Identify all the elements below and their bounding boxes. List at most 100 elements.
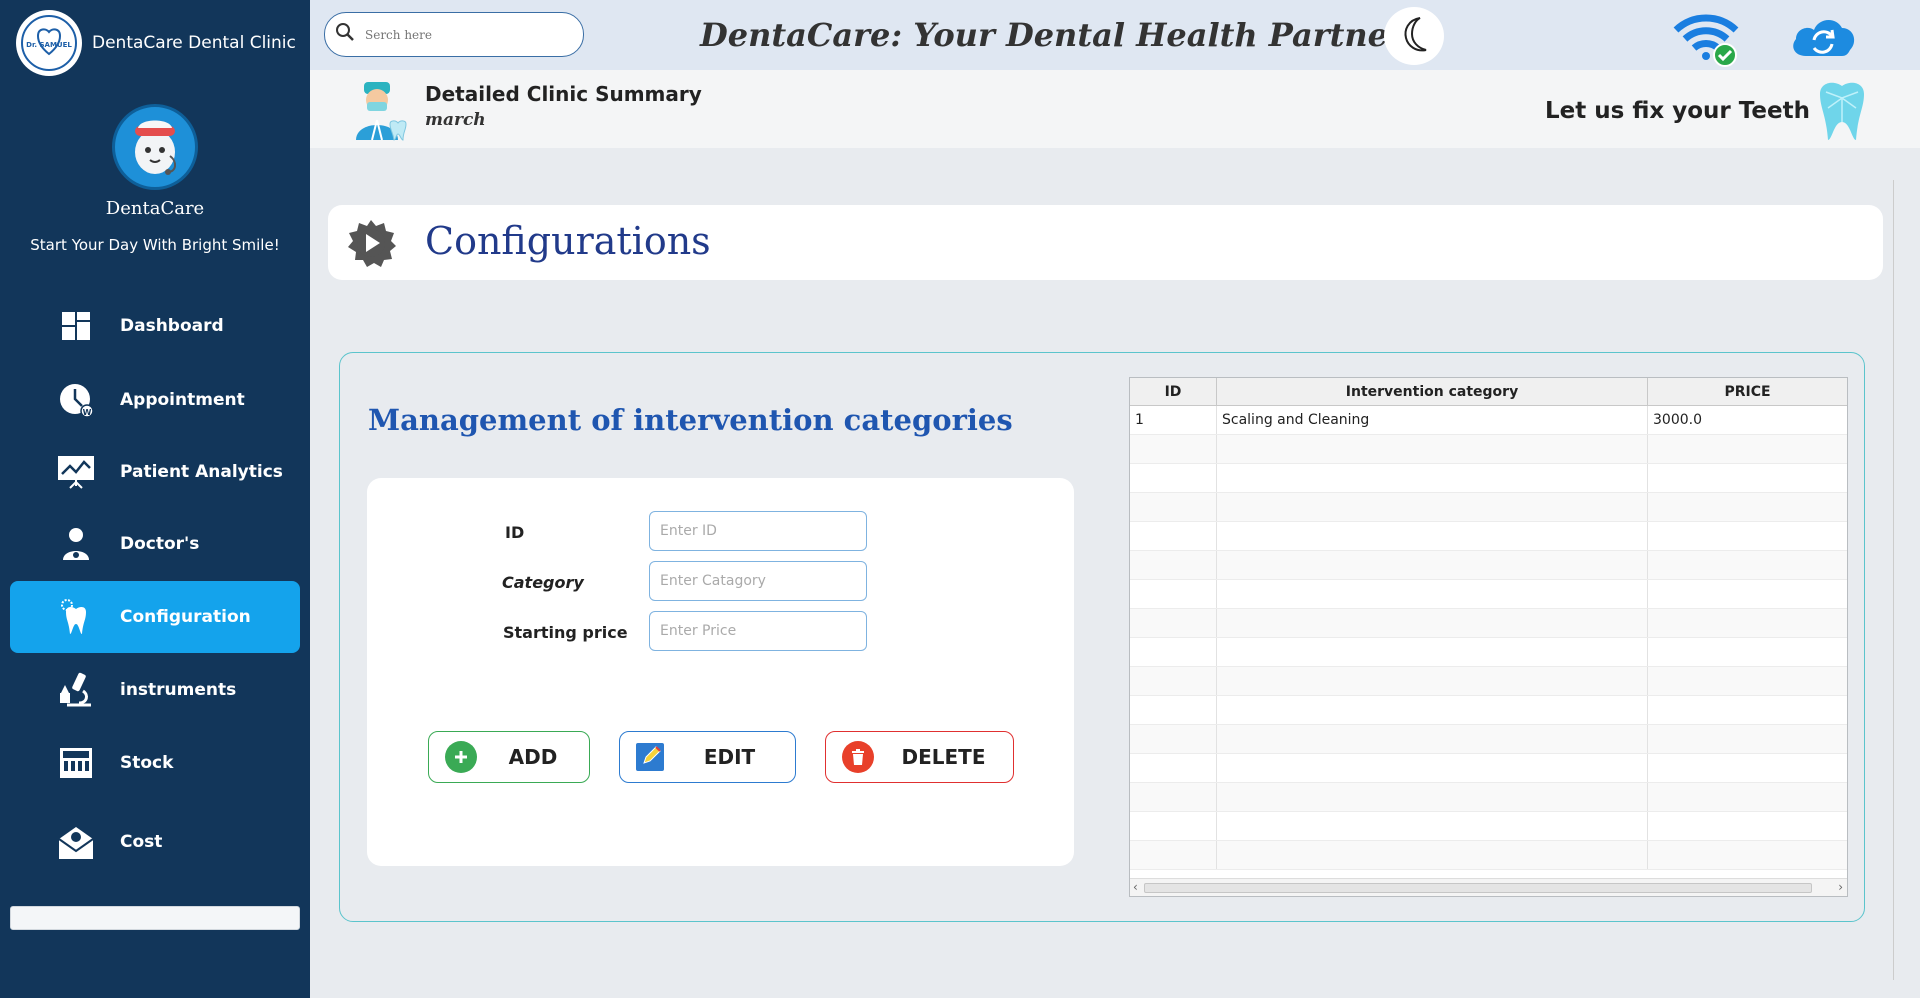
store-icon (54, 741, 98, 785)
tooth-gear-icon (54, 595, 98, 639)
clinic-logo: Dr. SAMUEL (16, 10, 82, 76)
table-cell (1648, 812, 1847, 840)
management-panel: Management of intervention categories ID… (339, 352, 1865, 922)
table-cell (1130, 841, 1217, 869)
sidebar: Dr. SAMUEL DentaCare Dental Clinic Denta… (0, 0, 310, 998)
column-id[interactable]: ID (1130, 378, 1217, 405)
table-row[interactable] (1130, 580, 1847, 609)
category-field[interactable] (649, 561, 867, 601)
delete-button[interactable]: DELETE (825, 731, 1014, 783)
table-row[interactable] (1130, 754, 1847, 783)
table-cell (1648, 609, 1847, 637)
table-row[interactable] (1130, 609, 1847, 638)
cloud-sync-icon[interactable] (1788, 12, 1858, 65)
top-header: DentaCare: Your Dental Health Partner (310, 0, 1920, 70)
scroll-left-icon[interactable]: ‹ (1133, 880, 1138, 894)
table-cell (1130, 435, 1217, 463)
table-cell (1217, 725, 1648, 753)
column-intervention-category[interactable]: Intervention category (1217, 378, 1648, 405)
sidebar-item-appointment[interactable]: W Appointment (10, 364, 300, 436)
table-row[interactable] (1130, 696, 1847, 725)
id-field[interactable] (649, 511, 867, 551)
app-title: DentaCare: Your Dental Health Partner (700, 16, 1405, 54)
motto: Let us fix your Teeth (1545, 98, 1810, 124)
table-row[interactable] (1130, 725, 1847, 754)
sidebar-item-dashboard[interactable]: Dashboard (10, 290, 300, 362)
category-label: Category (502, 573, 584, 592)
wifi-connected-icon (1673, 12, 1739, 73)
table-cell (1648, 522, 1847, 550)
categories-table[interactable]: ID Intervention category PRICE 1 Scaling … (1129, 377, 1848, 897)
dark-mode-toggle[interactable] (1384, 7, 1444, 65)
tooth-icon (1814, 78, 1870, 147)
table-row[interactable] (1130, 464, 1847, 493)
price-field[interactable] (649, 611, 867, 651)
scrollbar-thumb[interactable] (1144, 883, 1812, 893)
search-box[interactable] (324, 12, 584, 57)
summary-month: march (425, 110, 486, 130)
table-row[interactable] (1130, 783, 1847, 812)
scroll-right-icon[interactable]: › (1838, 880, 1843, 894)
avatar (112, 104, 198, 190)
column-price[interactable]: PRICE (1648, 378, 1847, 405)
table-cell (1217, 754, 1648, 782)
moon-icon (1396, 14, 1432, 59)
table-cell (1217, 551, 1648, 579)
table-cell (1648, 696, 1847, 724)
id-label: ID (505, 523, 525, 542)
sidebar-item-configuration[interactable]: Configuration (10, 581, 300, 653)
table-row[interactable] (1130, 841, 1847, 870)
table-cell (1217, 435, 1648, 463)
edit-icon (636, 743, 664, 771)
table-cell (1648, 464, 1847, 492)
table-cell (1648, 435, 1847, 463)
summary-bar: Detailed Clinic Summary march Let us fix… (310, 70, 1920, 148)
delete-button-label: DELETE (901, 745, 986, 769)
sidebar-item-label: Appointment (120, 390, 245, 410)
sidebar-item-label: instruments (120, 680, 237, 700)
table-cell (1130, 754, 1217, 782)
svg-text:Dr. SAMUEL: Dr. SAMUEL (26, 41, 72, 49)
table-row[interactable] (1130, 667, 1847, 696)
brand: Dr. SAMUEL DentaCare Dental Clinic (16, 10, 296, 76)
table-row[interactable] (1130, 435, 1847, 464)
sidebar-item-patient-analytics[interactable]: Patient Analytics (10, 436, 300, 508)
sidebar-item-instruments[interactable]: instruments (10, 654, 300, 726)
table-cell (1130, 638, 1217, 666)
category-form: ID Category Starting price ADD EDIT DELE… (367, 478, 1074, 866)
dashboard-icon (54, 304, 98, 348)
table-row[interactable]: 1 Scaling and Cleaning 3000.0 (1130, 406, 1847, 435)
panel-title: Management of intervention categories (368, 403, 1013, 437)
table-row[interactable] (1130, 493, 1847, 522)
table-cell: 1 (1130, 406, 1217, 434)
table-cell (1217, 522, 1648, 550)
sidebar-item-cost[interactable]: Cost (10, 806, 300, 878)
clock-icon: W (54, 378, 98, 422)
table-cell (1648, 667, 1847, 695)
chart-board-icon (54, 450, 98, 494)
clinic-name: DentaCare Dental Clinic (92, 33, 296, 53)
edit-button[interactable]: EDIT (619, 731, 796, 783)
table-cell (1130, 667, 1217, 695)
add-button[interactable]: ADD (428, 731, 590, 783)
sidebar-item-doctors[interactable]: Doctor's (10, 508, 300, 580)
horizontal-scrollbar[interactable]: ‹ › (1130, 878, 1847, 896)
svg-text:W: W (83, 408, 92, 417)
sidebar-item-label: Dashboard (120, 316, 224, 336)
table-row[interactable] (1130, 638, 1847, 667)
profile-name: DentaCare (105, 198, 205, 219)
table-cell (1217, 841, 1648, 869)
table-cell (1130, 580, 1217, 608)
sidebar-item-label: Configuration (120, 607, 251, 627)
table-cell (1648, 638, 1847, 666)
search-input[interactable] (365, 27, 565, 42)
table-cell (1217, 638, 1648, 666)
sidebar-item-stock[interactable]: Stock (10, 727, 300, 799)
table-cell (1217, 493, 1648, 521)
table-row[interactable] (1130, 522, 1847, 551)
table-row[interactable] (1130, 551, 1847, 580)
table-row[interactable] (1130, 812, 1847, 841)
table-cell (1217, 783, 1648, 811)
table-cell (1217, 609, 1648, 637)
table-body: 1 Scaling and Cleaning 3000.0 (1130, 406, 1847, 870)
